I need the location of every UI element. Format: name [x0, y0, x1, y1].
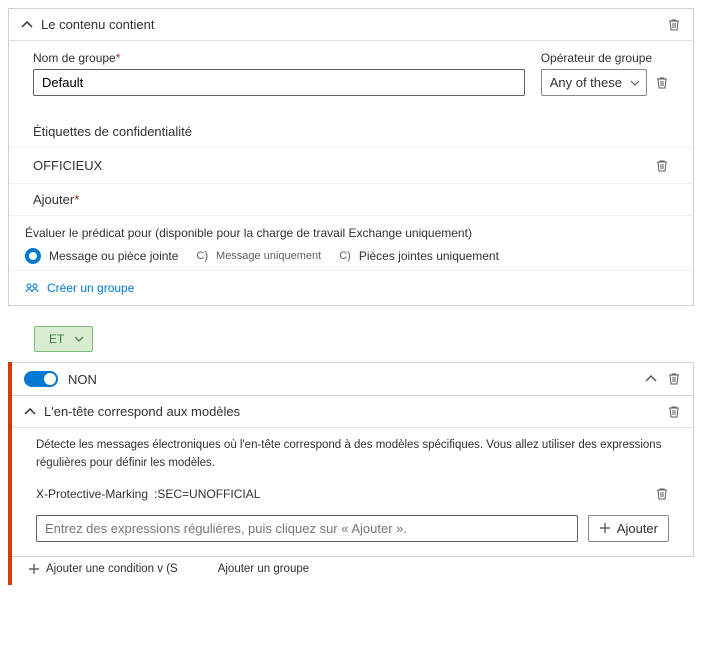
radio-label-message-or-attachment: Message ou pièce jointe [49, 249, 178, 263]
regex-input-row: Ajouter [12, 507, 693, 552]
group-name-field: Nom de groupe* [33, 51, 525, 96]
trash-icon[interactable] [667, 405, 681, 419]
trash-icon[interactable] [667, 372, 681, 386]
create-group-link[interactable]: Créer un groupe [9, 270, 693, 305]
create-group-icon [25, 281, 39, 295]
content-contains-title: Le contenu contient [41, 17, 667, 32]
and-connector-select[interactable]: ET [34, 326, 93, 352]
group-operator-value: Any of these [550, 75, 622, 90]
not-toggle-row: NON [12, 362, 694, 396]
evaluate-predicate-options: Message ou pièce jointe C) Message uniqu… [25, 248, 677, 264]
evaluate-predicate-title: Évaluer le prédicat pour (disponible pou… [25, 226, 677, 240]
chevron-down-icon [74, 334, 84, 344]
radio-message-or-attachment[interactable] [25, 248, 41, 264]
header-matches-description: Détecte les messages électroniques où l'… [12, 428, 693, 481]
group-name-input[interactable] [33, 69, 525, 96]
group-fields: Nom de groupe* Opérateur de groupe Any o… [9, 41, 693, 116]
add-condition-link[interactable]: Ajouter une condition v (S [28, 563, 178, 575]
header-value-row: X-Protective-Marking :SEC=UNOFFICIAL [12, 481, 693, 507]
sensitivity-label-value: OFFICIEUX [33, 158, 655, 173]
not-group: NON L'en-tête correspond aux modèles Dét… [8, 362, 694, 585]
evaluate-predicate-section: Évaluer le prédicat pour (disponible pou… [9, 216, 693, 270]
chevron-up-icon [21, 19, 33, 31]
add-sensitivity-label-link[interactable]: Ajouter* [9, 184, 693, 216]
content-contains-panel: Le contenu contient Nom de groupe* Opéra… [8, 8, 694, 306]
trash-icon[interactable] [667, 18, 681, 32]
chevron-down-icon [630, 78, 640, 88]
add-regex-button[interactable]: Ajouter [588, 515, 669, 542]
trash-icon[interactable] [655, 159, 669, 173]
regex-input[interactable] [36, 515, 578, 542]
sensitivity-label-row: OFFICIEUX [9, 148, 693, 184]
header-matches-header[interactable]: L'en-tête correspond aux modèles [12, 396, 693, 428]
bottom-action-links: Ajouter une condition v (S Ajouter un gr… [12, 557, 694, 585]
sensitivity-labels-header: Étiquettes de confidentialité [9, 116, 693, 148]
plus-icon [28, 563, 40, 575]
header-matches-title: L'en-tête correspond aux modèles [44, 404, 667, 419]
create-group-label: Créer un groupe [47, 281, 134, 295]
radio-label-message-only[interactable]: Message uniquement [216, 250, 321, 262]
chevron-up-icon [24, 406, 36, 418]
content-contains-header[interactable]: Le contenu contient [9, 9, 693, 41]
not-label: NON [68, 372, 645, 387]
group-operator-select[interactable]: Any of these [541, 69, 647, 96]
add-group-label: Ajouter un groupe [218, 563, 309, 575]
radio-prefix-attachments-only: C) [339, 250, 351, 262]
trash-icon[interactable] [655, 487, 669, 501]
add-regex-label: Ajouter [617, 521, 658, 536]
group-operator-field: Opérateur de groupe Any of these [541, 51, 669, 96]
and-connector-label: ET [49, 332, 64, 346]
header-name: X-Protective-Marking [36, 487, 148, 501]
plus-icon [599, 522, 611, 534]
chevron-up-icon[interactable] [645, 373, 657, 385]
header-matches-panel: L'en-tête correspond aux modèles Détecte… [12, 396, 694, 557]
header-value: :SEC=UNOFFICIAL [154, 487, 655, 501]
group-operator-label: Opérateur de groupe [541, 51, 669, 65]
radio-prefix-message-only: C) [196, 250, 208, 262]
trash-icon[interactable] [655, 76, 669, 90]
add-condition-label: Ajouter une condition v (S [46, 563, 178, 575]
add-group-link[interactable]: Ajouter un groupe [218, 563, 309, 575]
radio-label-attachments-only[interactable]: Pièces jointes uniquement [359, 249, 499, 263]
group-name-label: Nom de groupe* [33, 51, 525, 65]
not-toggle[interactable] [24, 371, 58, 387]
